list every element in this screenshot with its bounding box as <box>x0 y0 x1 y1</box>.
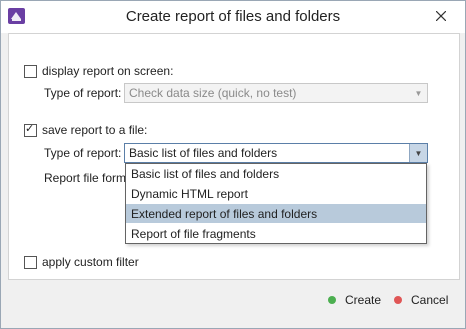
save-type-label: Type of report: <box>44 146 122 160</box>
report-format-label: Report file format: <box>44 171 125 185</box>
option-label: Dynamic HTML report <box>131 187 248 201</box>
cancel-label: Cancel <box>411 293 449 307</box>
dropdown-option-file-fragments[interactable]: Report of file fragments <box>126 224 426 243</box>
save-report-label: save report to a file: <box>42 123 148 137</box>
display-type-value: Check data size (quick, no test) <box>129 86 297 100</box>
option-label: Report of file fragments <box>131 227 256 241</box>
cancel-button[interactable]: Cancel <box>394 291 448 309</box>
create-label: Create <box>345 293 382 307</box>
save-report-checkbox[interactable]: ✓ <box>24 123 37 137</box>
title-bar: Create report of files and folders <box>1 1 465 33</box>
close-icon[interactable] <box>430 5 452 27</box>
window-title: Create report of files and folders <box>125 8 341 25</box>
checkmark-icon: ✓ <box>25 123 35 135</box>
option-label: Basic list of files and folders <box>131 167 280 181</box>
save-type-value: Basic list of files and folders <box>129 146 278 160</box>
create-dot-icon <box>328 296 336 304</box>
custom-filter-label: apply custom filter <box>42 255 139 269</box>
create-button[interactable]: Create <box>328 291 381 309</box>
dropdown-option-basic-list[interactable]: Basic list of files and folders <box>126 164 426 183</box>
save-type-select[interactable]: Basic list of files and folders ▼ <box>124 143 428 163</box>
display-type-select[interactable]: Check data size (quick, no test) ▼ <box>124 83 428 103</box>
display-report-checkbox[interactable] <box>24 65 37 78</box>
custom-filter-checkbox[interactable] <box>24 256 37 269</box>
cancel-dot-icon <box>394 296 402 304</box>
display-type-label: Type of report: <box>44 86 122 100</box>
chevron-down-icon: ▼ <box>409 144 427 162</box>
display-report-label: display report on screen: <box>42 64 174 78</box>
option-label: Extended report of files and folders <box>131 207 318 221</box>
dropdown-option-dynamic-html[interactable]: Dynamic HTML report <box>126 184 426 203</box>
chevron-down-icon: ▼ <box>414 88 423 98</box>
dropdown-option-extended-report[interactable]: Extended report of files and folders <box>126 204 426 223</box>
report-type-dropdown: Basic list of files and folders Dynamic … <box>125 163 427 244</box>
